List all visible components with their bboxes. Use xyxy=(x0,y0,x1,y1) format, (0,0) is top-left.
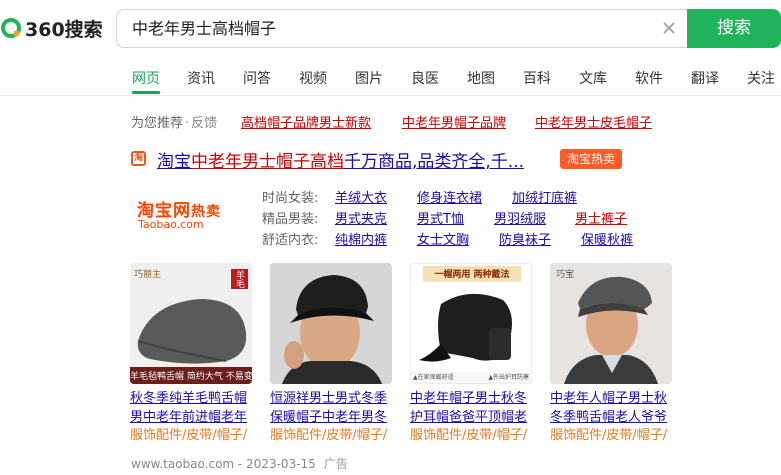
category-link[interactable]: 保暖秋裤 xyxy=(581,229,633,248)
search-input[interactable] xyxy=(132,10,652,47)
ad-title-prefix: 淘宝 xyxy=(157,152,191,172)
category-label: 精品男装: xyxy=(262,212,319,227)
product-image[interactable]: 巧丽主 羊毛 羊毛毡鸭舌帽 简约大气 不易变形 xyxy=(130,263,252,384)
category-link[interactable]: 加绒打底裤 xyxy=(512,187,577,206)
ad-label: 广告 xyxy=(323,457,348,471)
product-category[interactable]: 服饰配件/皮带/帽子/ xyxy=(550,427,672,445)
category-label: 舒适内衣: xyxy=(262,233,319,248)
taobao-icon: 淘 xyxy=(131,151,146,166)
product-card[interactable]: 巧丽主 羊毛 羊毛毡鸭舌帽 简约大气 不易变形 秋冬季纯羊毛鸭舌帽男中老年前进帽… xyxy=(130,263,252,445)
image-tag: ▲在家保暖舒适 xyxy=(413,374,454,381)
category-link[interactable]: 男羽绒服 xyxy=(494,208,546,227)
result-footer: www.taobao.com - 2023-03-15 广告 xyxy=(131,455,348,472)
category-link[interactable]: 男士裤子 xyxy=(575,208,627,227)
category-link[interactable]: 男式夹克 xyxy=(335,208,387,227)
ad-title-link[interactable]: 淘宝中老年男士帽子高档千万商品,品类齐全,千... xyxy=(157,147,524,172)
category-link[interactable]: 纯棉内裤 xyxy=(335,229,387,248)
recommend-bar: 为您推荐 · 反馈 xyxy=(131,112,217,131)
active-tab-indicator xyxy=(132,91,160,94)
tab-wenku[interactable]: 文库 xyxy=(579,68,607,88)
feedback-link[interactable]: 反馈 xyxy=(191,116,217,131)
product-card[interactable]: 一帽两用 两种戴法 ▲在家保暖舒适 ▲外出护耳防寒 中老年帽子男士秋冬护耳帽爸爸… xyxy=(410,263,532,445)
ad-title-keyword: 中老年男士帽子高档 xyxy=(191,152,344,172)
image-brand: 巧宝 xyxy=(556,270,575,280)
tab-qa[interactable]: 问答 xyxy=(243,68,271,88)
header: 360搜索 搜索 xyxy=(0,0,781,58)
search-box xyxy=(116,9,688,48)
category-link[interactable]: 防臭袜子 xyxy=(499,229,551,248)
image-caption: 一帽两用 两种戴法 xyxy=(434,270,510,280)
elderly-man-cap-image xyxy=(550,263,672,384)
logo[interactable]: 360搜索 xyxy=(0,13,103,43)
product-category[interactable]: 服饰配件/皮带/帽子/ xyxy=(270,427,392,445)
product-card[interactable]: 恒源祥男士男式冬季保暖帽子中老年男冬 服饰配件/皮带/帽子/ xyxy=(270,263,392,445)
tab-health[interactable]: 良医 xyxy=(411,68,439,88)
recommend-link[interactable]: 高档帽子品牌男士新款 xyxy=(241,112,371,131)
product-title[interactable]: 中老年人帽子男士秋冬季鸭舌帽老人爷爷 xyxy=(550,389,672,427)
category-link[interactable]: 修身连衣裙 xyxy=(417,187,482,206)
ad-title-rest: 千万商品,品类齐全,千... xyxy=(344,152,525,172)
category-label: 时尚女装: xyxy=(262,191,319,206)
man-with-cap-image xyxy=(270,263,392,384)
nav-bar: 网页 资讯 问答 视频 图片 良医 地图 百科 文库 软件 翻译 关注 xyxy=(0,58,781,96)
product-title[interactable]: 中老年帽子男士秋冬护耳帽爸爸平顶帽老 xyxy=(410,389,532,427)
product-image[interactable] xyxy=(270,263,392,384)
tab-video[interactable]: 视频 xyxy=(299,68,327,88)
recommend-separator: · xyxy=(185,116,190,131)
product-category[interactable]: 服饰配件/皮带/帽子/ xyxy=(410,427,532,445)
logo-icon xyxy=(1,18,21,38)
tab-follow[interactable]: 关注 xyxy=(747,68,775,88)
category-link[interactable]: 男式T恤 xyxy=(417,208,464,227)
recommend-link[interactable]: 中老年男帽子品牌 xyxy=(402,112,506,131)
product-title[interactable]: 恒源祥男士男式冬季保暖帽子中老年男冬 xyxy=(270,389,392,427)
taobao-logo-domain: Taobao.com xyxy=(138,218,204,231)
recommend-label: 为您推荐 xyxy=(131,116,184,131)
product-card[interactable]: 巧宝 中老年人帽子男士秋冬季鸭舌帽老人爷爷 服饰配件/皮带/帽子/ xyxy=(550,263,672,445)
product-category[interactable]: 服饰配件/皮带/帽子/ xyxy=(130,427,252,445)
category-link[interactable]: 女士文胸 xyxy=(417,229,469,248)
close-icon[interactable] xyxy=(660,19,678,37)
image-brand: 巧丽主 xyxy=(134,270,162,280)
tab-web[interactable]: 网页 xyxy=(132,68,160,88)
image-badge: 羊毛 xyxy=(231,269,248,289)
product-image[interactable]: 一帽两用 两种戴法 ▲在家保暖舒适 ▲外出护耳防寒 xyxy=(410,263,532,384)
image-tag: ▲外出护耳防寒 xyxy=(488,374,529,381)
product-title[interactable]: 秋冬季纯羊毛鸭舌帽男中老年前进帽老年 xyxy=(130,389,252,427)
earflap-cap-image xyxy=(411,264,531,383)
taobao-logo[interactable]: 淘宝网热卖 Taobao.com xyxy=(132,192,248,236)
tab-news[interactable]: 资讯 xyxy=(187,68,215,88)
category-link[interactable]: 羊绒大衣 xyxy=(335,187,387,206)
tab-translate[interactable]: 翻译 xyxy=(691,68,719,88)
tab-images[interactable]: 图片 xyxy=(355,68,383,88)
source-url: www.taobao.com - 2023-03-15 xyxy=(131,457,316,471)
recommend-link[interactable]: 中老年男士皮毛帽子 xyxy=(535,112,652,131)
hot-sale-badge: 淘宝热卖 xyxy=(560,149,623,169)
search-button[interactable]: 搜索 xyxy=(687,9,781,48)
tab-software[interactable]: 软件 xyxy=(635,68,663,88)
image-caption: 羊毛毡鸭舌帽 简约大气 不易变形 xyxy=(130,372,252,382)
tab-map[interactable]: 地图 xyxy=(467,68,495,88)
product-image[interactable]: 巧宝 xyxy=(550,263,672,384)
logo-text: 360搜索 xyxy=(25,18,103,41)
tab-baike[interactable]: 百科 xyxy=(523,68,551,88)
